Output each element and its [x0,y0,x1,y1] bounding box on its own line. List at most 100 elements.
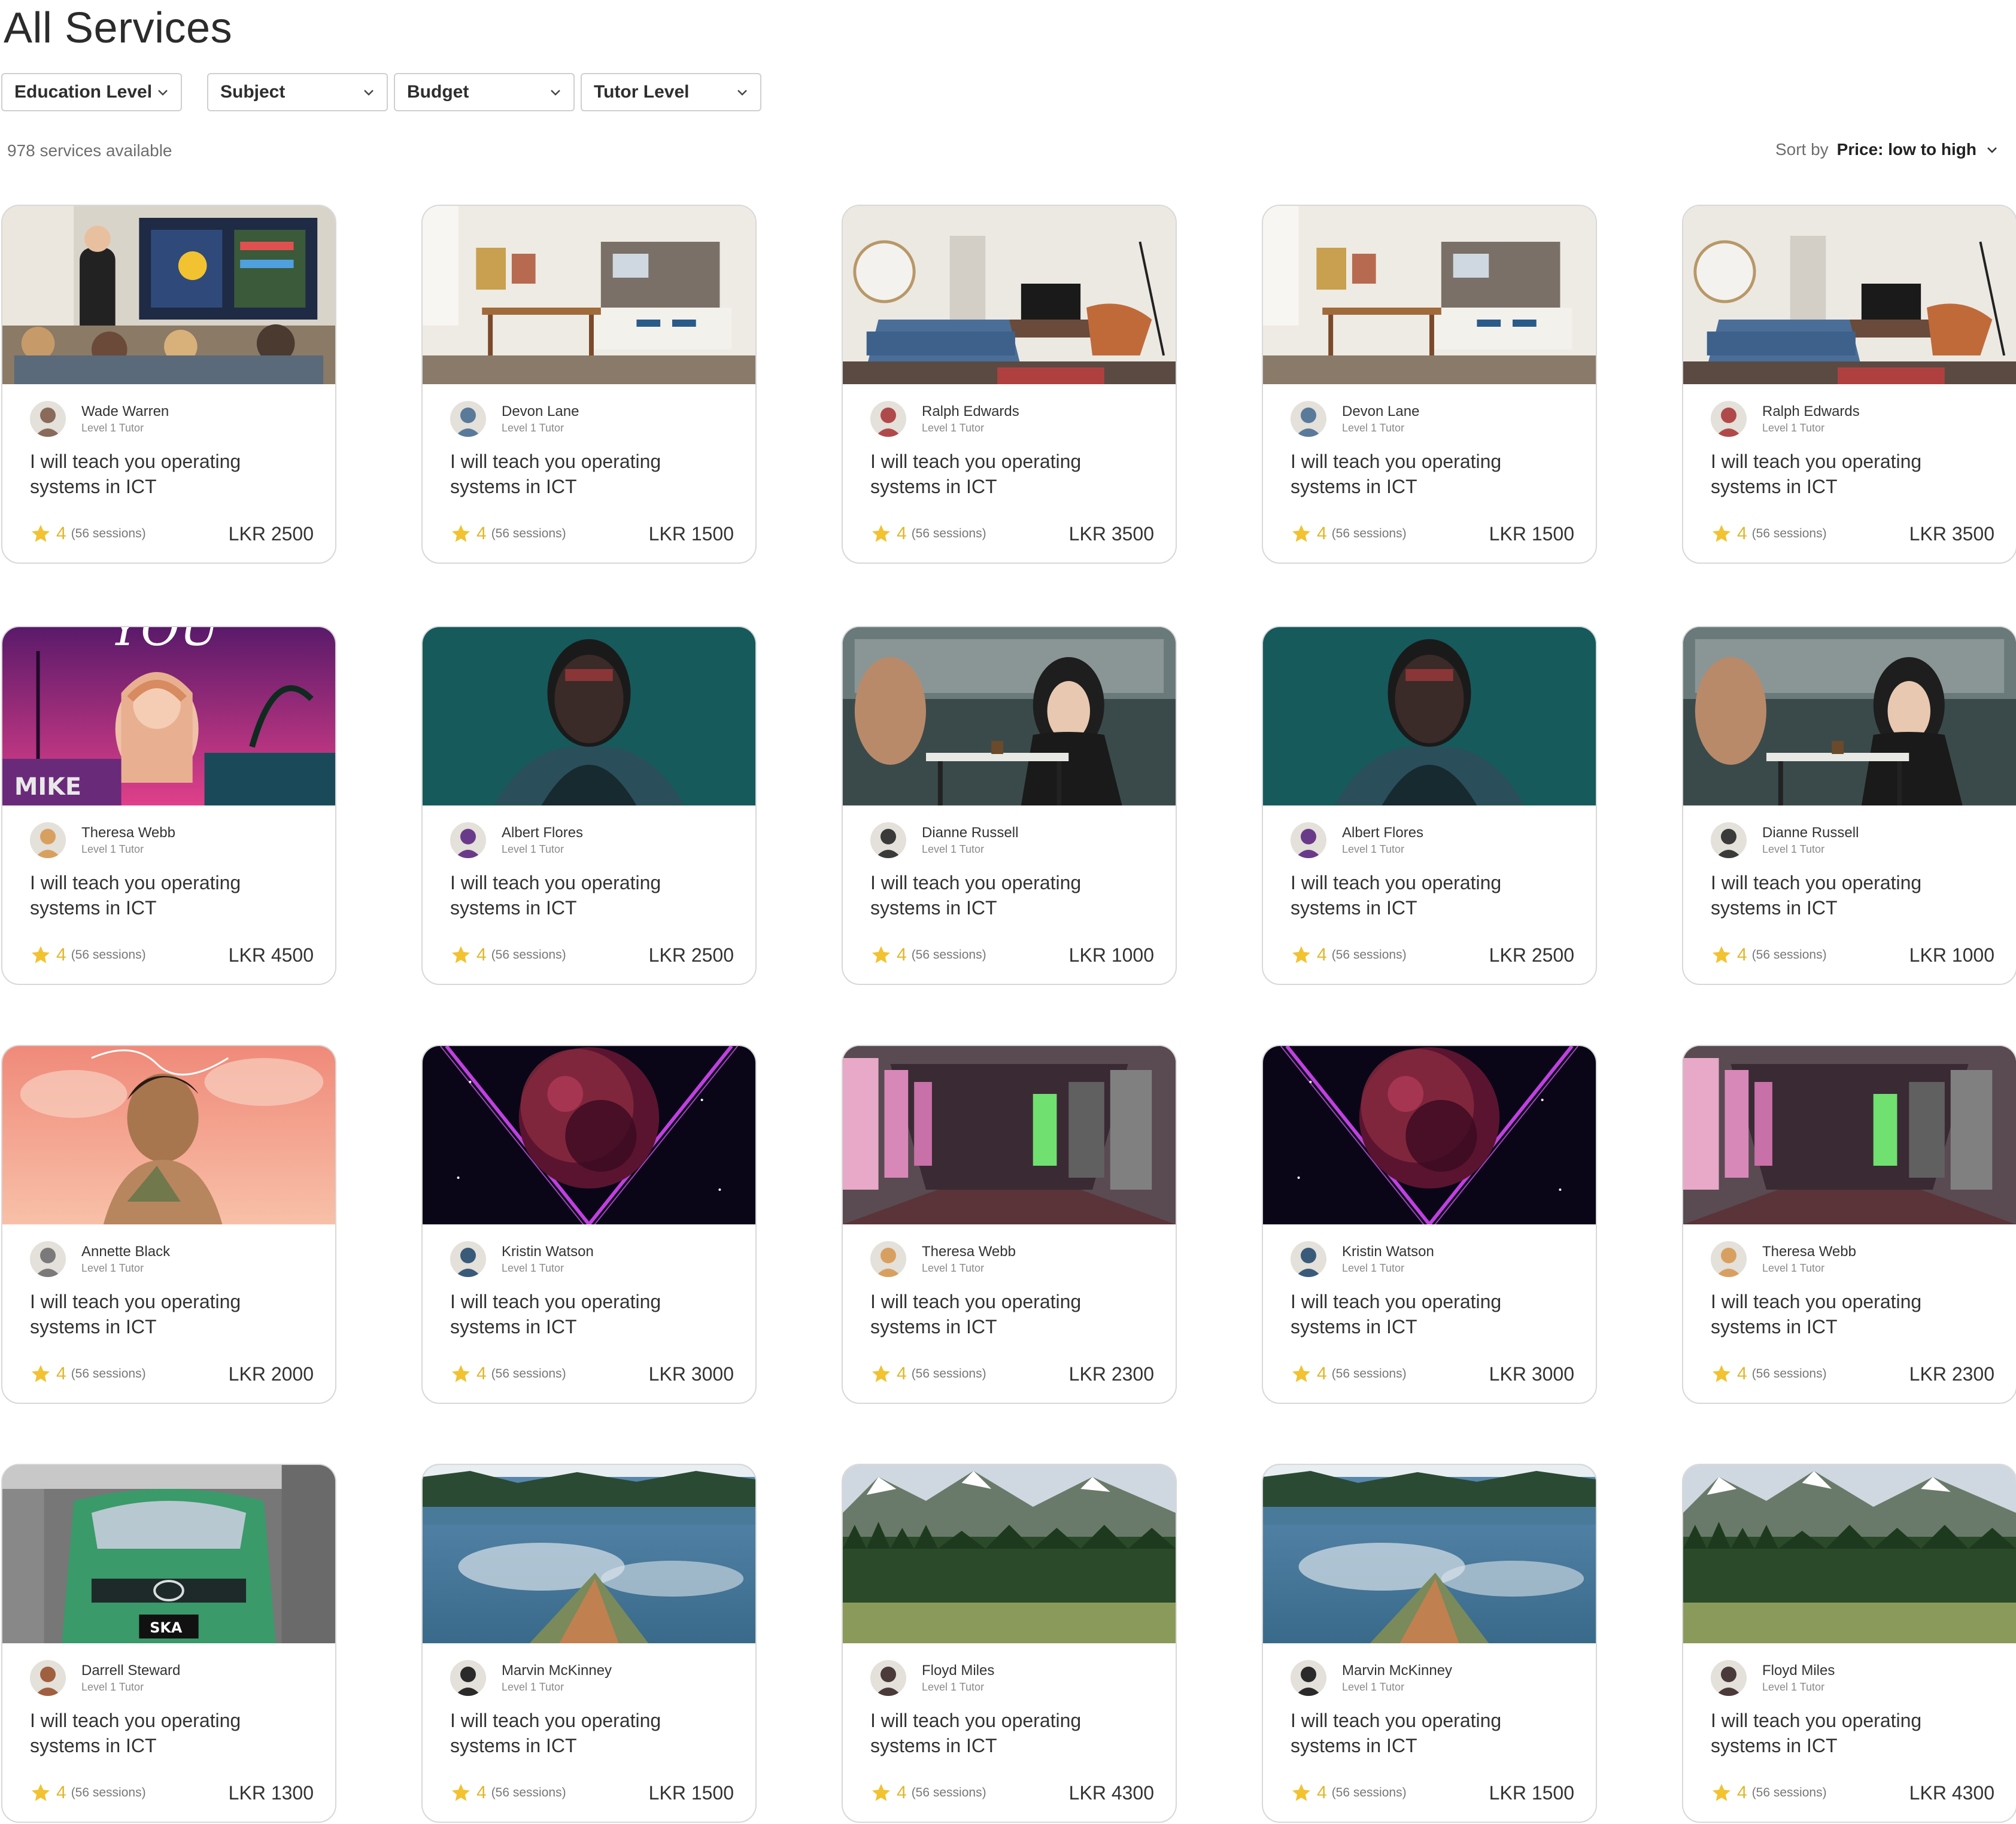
tutor-info[interactable]: Albert Flores Level 1 Tutor [450,822,583,858]
avatar[interactable] [450,822,486,858]
tutor-info[interactable]: Dianne Russell Level 1 Tutor [1711,822,1859,858]
tutor-info[interactable]: Wade Warren Level 1 Tutor [30,401,169,437]
service-card[interactable]: Devon Lane Level 1 Tutor I will teach yo… [1262,205,1597,564]
service-title[interactable]: I will teach you operating systems in IC… [870,1289,1146,1339]
service-title[interactable]: I will teach you operating systems in IC… [870,449,1146,499]
service-image[interactable]: SKA [2,1465,335,1643]
tutor-name[interactable]: Marvin McKinney [502,1662,612,1680]
service-title[interactable]: I will teach you operating systems in IC… [1711,1708,1986,1758]
tutor-name[interactable]: Dianne Russell [1762,824,1859,842]
service-title[interactable]: I will teach you operating systems in IC… [1711,449,1986,499]
service-title[interactable]: I will teach you operating systems in IC… [1291,1289,1566,1339]
tutor-info[interactable]: Annette Black Level 1 Tutor [30,1241,170,1277]
service-image[interactable] [1683,627,2016,805]
service-card[interactable]: Ralph Edwards Level 1 Tutor I will teach… [1682,205,2016,564]
tutor-name[interactable]: Kristin Watson [1342,1243,1434,1261]
service-title[interactable]: I will teach you operating systems in IC… [30,870,305,920]
tutor-info[interactable]: Darrell Steward Level 1 Tutor [30,1660,180,1696]
tutor-name[interactable]: Theresa Webb [922,1243,1016,1261]
avatar[interactable] [30,822,66,858]
service-card[interactable]: Albert Flores Level 1 Tutor I will teach… [421,626,757,985]
service-title[interactable]: I will teach you operating systems in IC… [30,1289,305,1339]
service-image[interactable] [2,1046,335,1224]
service-card[interactable]: SKA Darrell Steward Level 1 Tutor I will… [1,1464,336,1823]
service-image[interactable] [423,1465,755,1643]
service-title[interactable]: I will teach you operating systems in IC… [1711,870,1986,920]
avatar[interactable] [1711,1241,1747,1277]
tutor-info[interactable]: Marvin McKinney Level 1 Tutor [1291,1660,1452,1696]
service-card[interactable]: Kristin Watson Level 1 Tutor I will teac… [1262,1045,1597,1404]
service-image[interactable] [1263,627,1596,805]
tutor-name[interactable]: Albert Flores [1342,824,1423,842]
avatar[interactable] [1291,1660,1326,1696]
tutor-name[interactable]: Floyd Miles [922,1662,994,1680]
tutor-name[interactable]: Devon Lane [502,403,579,421]
service-image[interactable] [1683,1046,2016,1224]
service-card[interactable]: Albert Flores Level 1 Tutor I will teach… [1262,626,1597,985]
service-card[interactable]: Marvin McKinney Level 1 Tutor I will tea… [421,1464,757,1823]
tutor-info[interactable]: Kristin Watson Level 1 Tutor [1291,1241,1434,1277]
tutor-name[interactable]: Ralph Edwards [922,403,1019,421]
tutor-info[interactable]: Theresa Webb Level 1 Tutor [1711,1241,1856,1277]
avatar[interactable] [1711,1660,1747,1696]
tutor-name[interactable]: Albert Flores [502,824,583,842]
tutor-info[interactable]: Ralph Edwards Level 1 Tutor [1711,401,1860,437]
service-title[interactable]: I will teach you operating systems in IC… [1291,870,1566,920]
service-image[interactable] [423,206,755,384]
tutor-name[interactable]: Theresa Webb [81,824,175,842]
service-title[interactable]: I will teach you operating systems in IC… [1711,1289,1986,1339]
avatar[interactable] [870,1660,906,1696]
tutor-name[interactable]: Ralph Edwards [1762,403,1860,421]
avatar[interactable] [1711,822,1747,858]
tutor-level-filter[interactable]: Tutor Level [581,73,761,111]
tutor-name[interactable]: Annette Black [81,1243,170,1261]
avatar[interactable] [30,1241,66,1277]
tutor-info[interactable]: Albert Flores Level 1 Tutor [1291,822,1423,858]
service-title[interactable]: I will teach you operating systems in IC… [30,1708,305,1758]
service-card[interactable]: Wade Warren Level 1 Tutor I will teach y… [1,205,336,564]
avatar[interactable] [870,1241,906,1277]
service-card[interactable]: Floyd Miles Level 1 Tutor I will teach y… [1682,1464,2016,1823]
tutor-name[interactable]: Dianne Russell [922,824,1018,842]
service-image[interactable] [1263,1465,1596,1643]
education-level-filter[interactable]: Education Level [1,73,182,111]
service-image[interactable] [843,1046,1176,1224]
service-image[interactable] [1683,1465,2016,1643]
tutor-name[interactable]: Devon Lane [1342,403,1419,421]
subject-filter[interactable]: Subject [207,73,388,111]
tutor-name[interactable]: Wade Warren [81,403,169,421]
tutor-info[interactable]: Ralph Edwards Level 1 Tutor [870,401,1019,437]
avatar[interactable] [30,1660,66,1696]
service-title[interactable]: I will teach you operating systems in IC… [450,449,725,499]
avatar[interactable] [1291,1241,1326,1277]
tutor-info[interactable]: Marvin McKinney Level 1 Tutor [450,1660,612,1696]
avatar[interactable] [30,401,66,437]
service-image[interactable] [423,627,755,805]
avatar[interactable] [1291,822,1326,858]
budget-filter[interactable]: Budget [394,73,575,111]
service-title[interactable]: I will teach you operating systems in IC… [450,1708,725,1758]
tutor-info[interactable]: Devon Lane Level 1 Tutor [1291,401,1419,437]
tutor-info[interactable]: Devon Lane Level 1 Tutor [450,401,579,437]
tutor-name[interactable]: Darrell Steward [81,1662,180,1680]
service-image[interactable] [423,1046,755,1224]
service-image[interactable] [843,627,1176,805]
tutor-info[interactable]: Dianne Russell Level 1 Tutor [870,822,1018,858]
service-card[interactable]: Theresa Webb Level 1 Tutor I will teach … [842,1045,1177,1404]
service-title[interactable]: I will teach you operating systems in IC… [450,870,725,920]
tutor-name[interactable]: Marvin McKinney [1342,1662,1452,1680]
service-image[interactable]: YOU MIKE [2,627,335,805]
service-image[interactable] [1263,1046,1596,1224]
tutor-info[interactable]: Theresa Webb Level 1 Tutor [870,1241,1016,1277]
tutor-name[interactable]: Kristin Watson [502,1243,594,1261]
tutor-info[interactable]: Floyd Miles Level 1 Tutor [1711,1660,1835,1696]
avatar[interactable] [450,401,486,437]
service-title[interactable]: I will teach you operating systems in IC… [870,1708,1146,1758]
service-card[interactable]: Kristin Watson Level 1 Tutor I will teac… [421,1045,757,1404]
tutor-info[interactable]: Floyd Miles Level 1 Tutor [870,1660,994,1696]
service-card[interactable]: Devon Lane Level 1 Tutor I will teach yo… [421,205,757,564]
service-image[interactable] [1683,206,2016,384]
service-card[interactable]: YOU MIKE Theresa Webb Level 1 Tutor I wi… [1,626,336,985]
sort-control[interactable]: Sort by Price: low to high [1775,140,1999,159]
service-card[interactable]: Marvin McKinney Level 1 Tutor I will tea… [1262,1464,1597,1823]
